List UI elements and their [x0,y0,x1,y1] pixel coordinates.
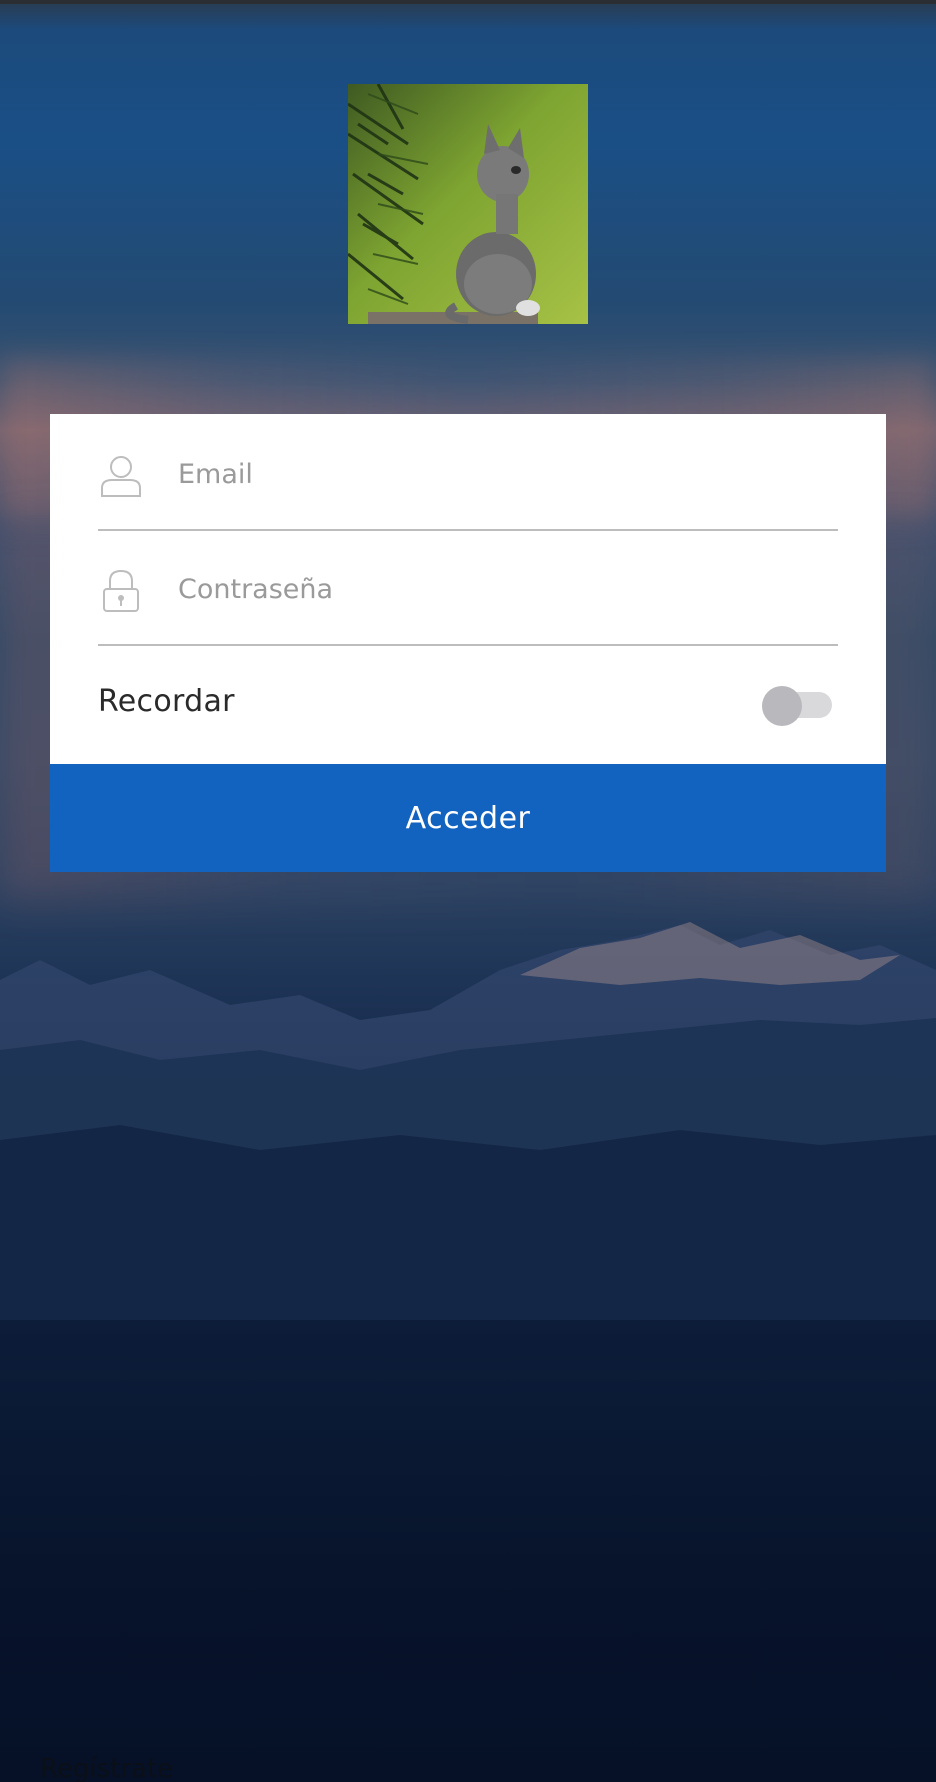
lock-icon [100,569,142,613]
remember-label: Recordar [98,684,235,719]
remember-toggle[interactable] [762,686,834,726]
logo-image [348,84,588,324]
login-form: Recordar Acceder [50,414,886,872]
kitten-photo-icon [348,84,588,324]
password-field[interactable] [178,559,818,619]
mountain-range-background [0,922,936,1320]
remember-row: Recordar [98,646,838,764]
status-bar-strip [0,0,936,4]
password-field-row [98,531,838,646]
user-icon [100,454,142,498]
login-button[interactable]: Acceder [50,764,886,872]
login-screen: Recordar Acceder Regístrate [0,0,936,1782]
email-field[interactable] [178,444,818,504]
register-link[interactable]: Regístrate [40,1754,173,1782]
email-field-row [98,414,838,531]
toggle-knob [762,686,802,726]
